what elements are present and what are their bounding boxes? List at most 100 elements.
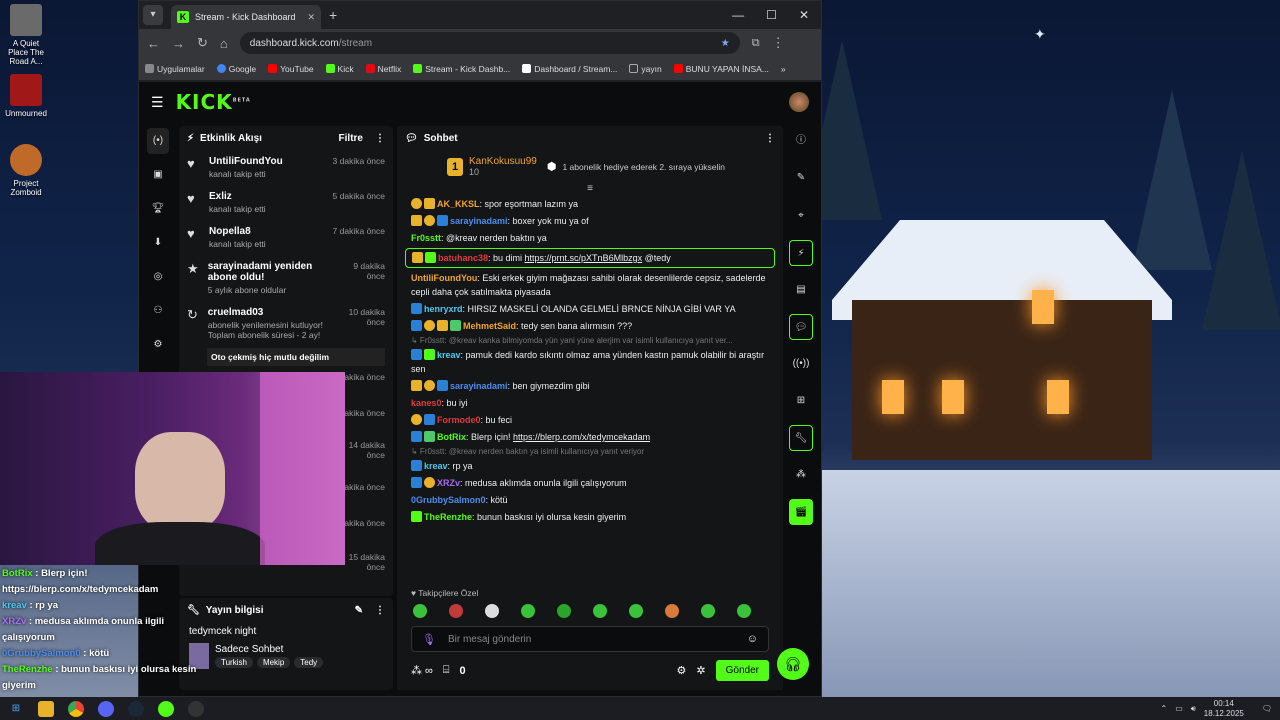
edit-icon[interactable]: ✎	[355, 605, 363, 616]
new-tab-button[interactable]: +	[329, 7, 337, 23]
chat-username[interactable]: sarayinadami	[450, 381, 508, 391]
chat-link[interactable]: https://blerp.com/x/tedymcekadam	[513, 432, 650, 442]
inbox-icon[interactable]: ⬇	[147, 230, 169, 256]
send-button[interactable]: Gönder	[715, 660, 769, 681]
points-icon[interactable]: ⁂ ∞	[411, 664, 433, 677]
focus-icon[interactable]: ⌖	[789, 203, 813, 229]
collapse-icon[interactable]: ≡	[397, 183, 783, 194]
message-input[interactable]: 🎙︎ Bir mesaj gönderin ☺	[411, 626, 769, 652]
chat-username[interactable]: kreav	[424, 461, 448, 471]
close-window-button[interactable]: ✕	[799, 8, 809, 22]
chat-username[interactable]: MehmetSaid	[463, 321, 516, 331]
chat-tool-icon[interactable]: 💬︎	[789, 314, 813, 340]
chat-message[interactable]: sarayinadami: ben giymezdim gibi	[397, 379, 783, 393]
chat-username[interactable]: henryxrd	[424, 304, 463, 314]
support-button[interactable]: 🎧︎	[777, 648, 809, 680]
notifications-icon[interactable]: 🗨︎	[1262, 704, 1272, 713]
chat-message[interactable]: AK_KKSL: spor eşortman lazım ya	[397, 197, 783, 211]
desktop-icon-quiet-place[interactable]: A Quiet Place The Road A...	[2, 4, 50, 66]
close-tab-icon[interactable]: ✕	[307, 12, 315, 23]
clock[interactable]: 00:14 18.12.2025	[1204, 699, 1244, 719]
chat-message[interactable]: Fr0sstt: @kreav nerden baktın ya	[397, 231, 783, 245]
tag[interactable]: Tedy	[294, 657, 324, 668]
hamburger-menu-icon[interactable]: ☰	[151, 94, 164, 111]
tag[interactable]: Mekip	[256, 657, 291, 668]
bookmark-bunu-yapan[interactable]: BUNU YAPAN İNSA...	[673, 63, 769, 74]
wrench-tool-icon[interactable]: 🔧︎	[789, 425, 813, 451]
tray-chevron-icon[interactable]: ⌃	[1160, 704, 1167, 713]
chat-username[interactable]: 0GrubbySalmon0	[411, 495, 486, 505]
emote-icon[interactable]	[665, 604, 679, 618]
tab-kick-dashboard[interactable]: K Stream - Kick Dashboard ✕	[171, 5, 321, 29]
bookmark-star-icon[interactable]: ★	[721, 38, 730, 49]
microphone-icon[interactable]: 🎙︎	[422, 633, 436, 646]
chat-message[interactable]: kreav: rp ya	[397, 459, 783, 473]
chrome-icon[interactable]	[68, 700, 84, 717]
forward-icon[interactable]: →	[172, 36, 185, 51]
bookmark-uygulamalar[interactable]: Uygulamalar	[145, 63, 205, 74]
emote-icon[interactable]	[485, 604, 499, 618]
bookmark-kick[interactable]: Kick	[325, 63, 354, 74]
chat-username[interactable]: Fr0sstt	[411, 233, 441, 243]
trophy-icon[interactable]: 🏆︎	[147, 196, 169, 222]
settings-icon[interactable]: ⚙	[147, 332, 169, 358]
emote-icon[interactable]	[449, 604, 463, 618]
chat-message[interactable]: MehmetSaid: tedy sen bana alırmısın ???	[397, 319, 783, 333]
queue-icon[interactable]: ⊞	[789, 388, 813, 414]
more-options-icon[interactable]: ⋮	[375, 605, 385, 616]
emote-icon[interactable]	[629, 604, 643, 618]
bookmark-netflix[interactable]: Netflix	[365, 63, 401, 74]
circles-icon[interactable]: ⁂	[789, 462, 813, 488]
chat-username[interactable]: XRZv	[437, 478, 460, 488]
bookmark-google[interactable]: Google	[216, 63, 256, 74]
bookmark-kick-dashboard[interactable]: Stream - Kick Dashb...	[413, 63, 510, 74]
bookmark-dashboard-stream[interactable]: Dashboard / Stream...	[522, 63, 617, 74]
chat-message[interactable]: UntiliFoundYou: Eski erkek giyim mağazas…	[397, 271, 783, 299]
tab-search-button[interactable]: ▾	[143, 5, 163, 25]
lightning-tool-icon[interactable]: ⚡︎	[789, 240, 813, 266]
chat-message[interactable]: kanes0: bu iyi	[397, 396, 783, 410]
filter-button[interactable]: Filtre	[339, 133, 363, 144]
chat-message[interactable]: sarayinadami: boxer yok mu ya of	[397, 214, 783, 228]
desktop-icon-unmourned[interactable]: Unmourned	[2, 74, 50, 118]
extensions-icon[interactable]: ⧉	[752, 37, 760, 50]
emote-icon[interactable]	[701, 604, 715, 618]
url-bar[interactable]: dashboard.kick.com/stream ★	[239, 32, 740, 54]
store-icon[interactable]: ⌸	[443, 664, 450, 677]
chat-username[interactable]: AK_KKSL	[437, 199, 480, 209]
chat-username[interactable]: batuhanc38	[438, 253, 488, 263]
volume-icon[interactable]: 🔊︎	[1191, 704, 1196, 714]
more-options-icon[interactable]: ⋮	[765, 133, 775, 144]
back-icon[interactable]: ←	[147, 36, 160, 51]
emote-icon[interactable]	[557, 604, 571, 618]
user-avatar[interactable]	[789, 92, 809, 112]
pencil-icon[interactable]: ✎	[789, 165, 813, 191]
file-explorer-icon[interactable]	[38, 700, 54, 717]
chat-username[interactable]: Formode0	[437, 415, 481, 425]
maximize-button[interactable]: ☐	[766, 8, 777, 22]
network-icon[interactable]: ▭	[1175, 704, 1183, 713]
emote-icon[interactable]	[521, 604, 535, 618]
media-icon[interactable]: ▣	[147, 162, 169, 188]
chat-username[interactable]: BotRix	[437, 432, 466, 442]
tag[interactable]: Turkish	[215, 657, 253, 668]
settings-icon[interactable]: ⚙	[677, 664, 687, 677]
puzzle-icon[interactable]: ✲	[696, 664, 705, 677]
kick-app-icon[interactable]	[158, 700, 174, 717]
info-icon[interactable]: ⓘ	[789, 128, 813, 154]
users-icon[interactable]: ⚇	[147, 298, 169, 324]
chat-username[interactable]: kanes0	[411, 398, 442, 408]
kick-logo[interactable]: KICKBETA	[176, 90, 251, 114]
chat-link[interactable]: https://prnt.sc/pXTnB6Mlbzgx	[525, 253, 643, 263]
chat-message[interactable]: TheRenzhe: bunun baskısı iyi olursa kesi…	[397, 510, 783, 524]
broadcast-icon[interactable]: ((•))	[789, 351, 813, 377]
chat-username[interactable]: sarayinadami	[450, 216, 508, 226]
chat-username[interactable]: UntiliFoundYou	[411, 273, 477, 283]
chat-message[interactable]: 0GrubbySalmon0: kötü	[397, 493, 783, 507]
emote-icon[interactable]	[413, 604, 427, 618]
emote-icon[interactable]	[593, 604, 607, 618]
chat-message[interactable]: batuhanc38: bu dimi https://prnt.sc/pXTn…	[405, 248, 775, 268]
minimize-button[interactable]: —	[732, 8, 744, 22]
discord-icon[interactable]	[98, 700, 114, 717]
chat-username[interactable]: kreav	[437, 350, 461, 360]
